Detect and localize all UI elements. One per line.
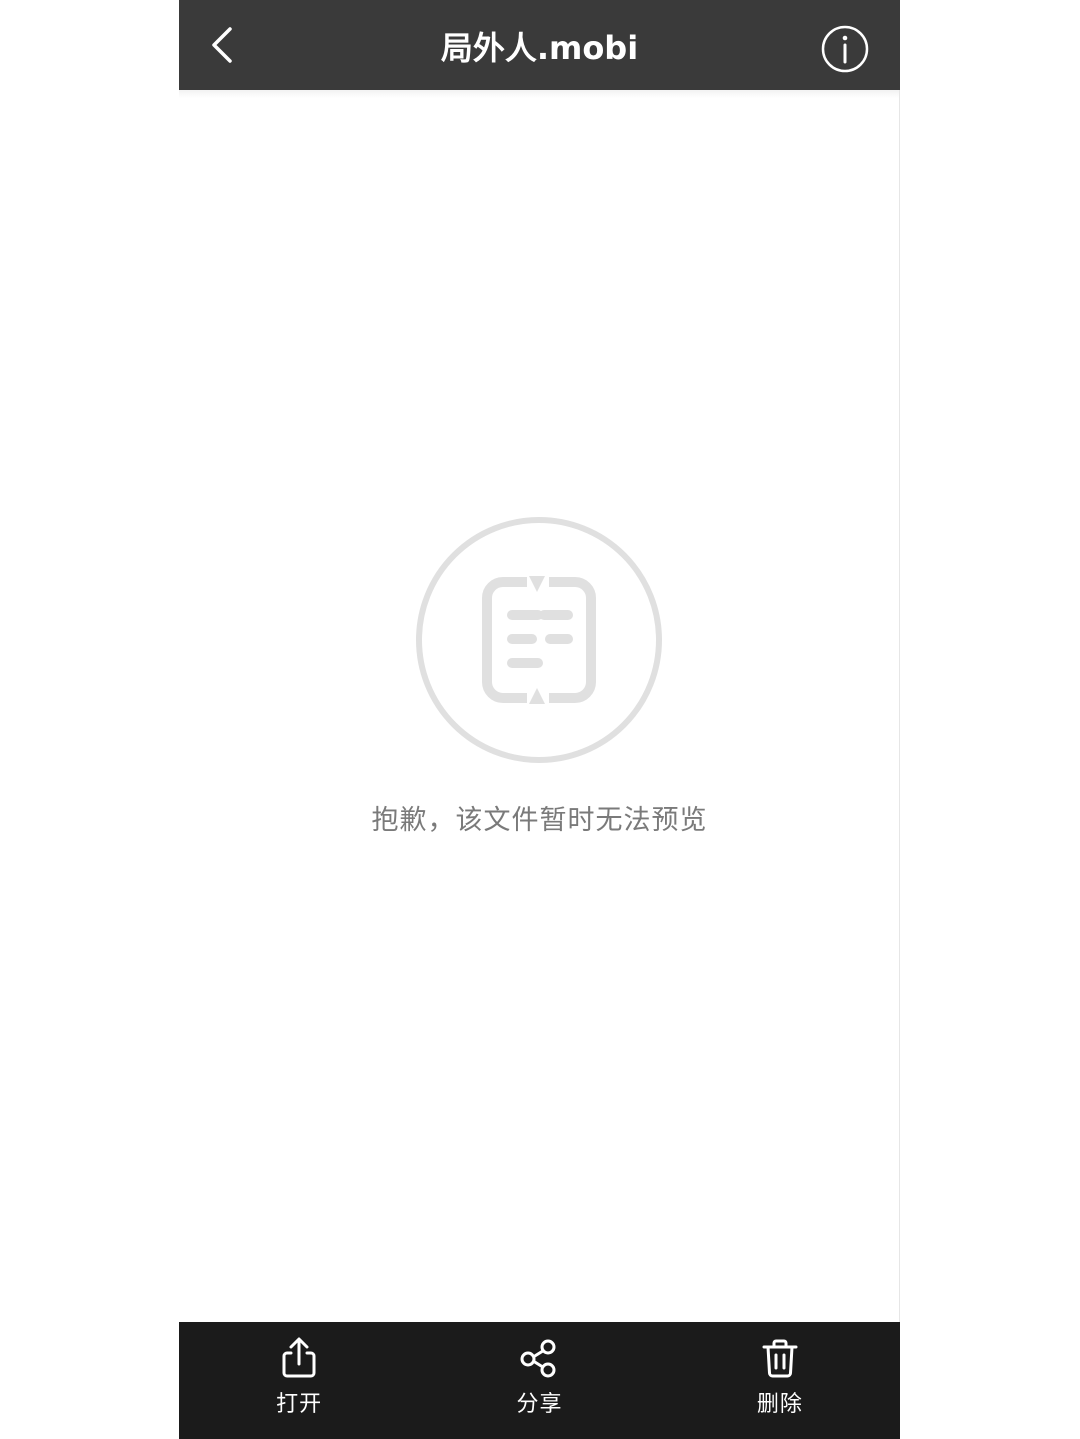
chevron-left-icon: [212, 27, 232, 63]
navbar-shadow: [179, 90, 900, 98]
preview-unavailable-message: 抱歉，该文件暂时无法预览: [371, 805, 708, 836]
page-title: 局外人.mobi: [440, 29, 639, 67]
open-button-label: 打开: [276, 1392, 323, 1417]
delete-button-label: 删除: [756, 1392, 803, 1417]
delete-button[interactable]: 删除: [660, 1322, 900, 1439]
screen-edge: [899, 90, 900, 1322]
back-button[interactable]: [199, 22, 245, 68]
trash-icon: [762, 1339, 798, 1378]
document-placeholder-icon: [416, 517, 662, 763]
navigation-bar: 局外人.mobi: [179, 0, 900, 90]
info-button[interactable]: [820, 24, 870, 74]
app-screen: 局外人.mobi 抱歉，该文件暂时无法预览 打开 分享 删除: [179, 0, 900, 1439]
open-button[interactable]: 打开: [179, 1322, 419, 1439]
info-circle-icon: [821, 25, 869, 73]
share-button[interactable]: 分享: [419, 1322, 659, 1439]
share-nodes-icon: [520, 1339, 556, 1378]
share-button-label: 分享: [516, 1392, 563, 1417]
bottom-toolbar: 打开 分享 删除: [179, 1322, 900, 1439]
share-export-icon: [282, 1337, 316, 1378]
